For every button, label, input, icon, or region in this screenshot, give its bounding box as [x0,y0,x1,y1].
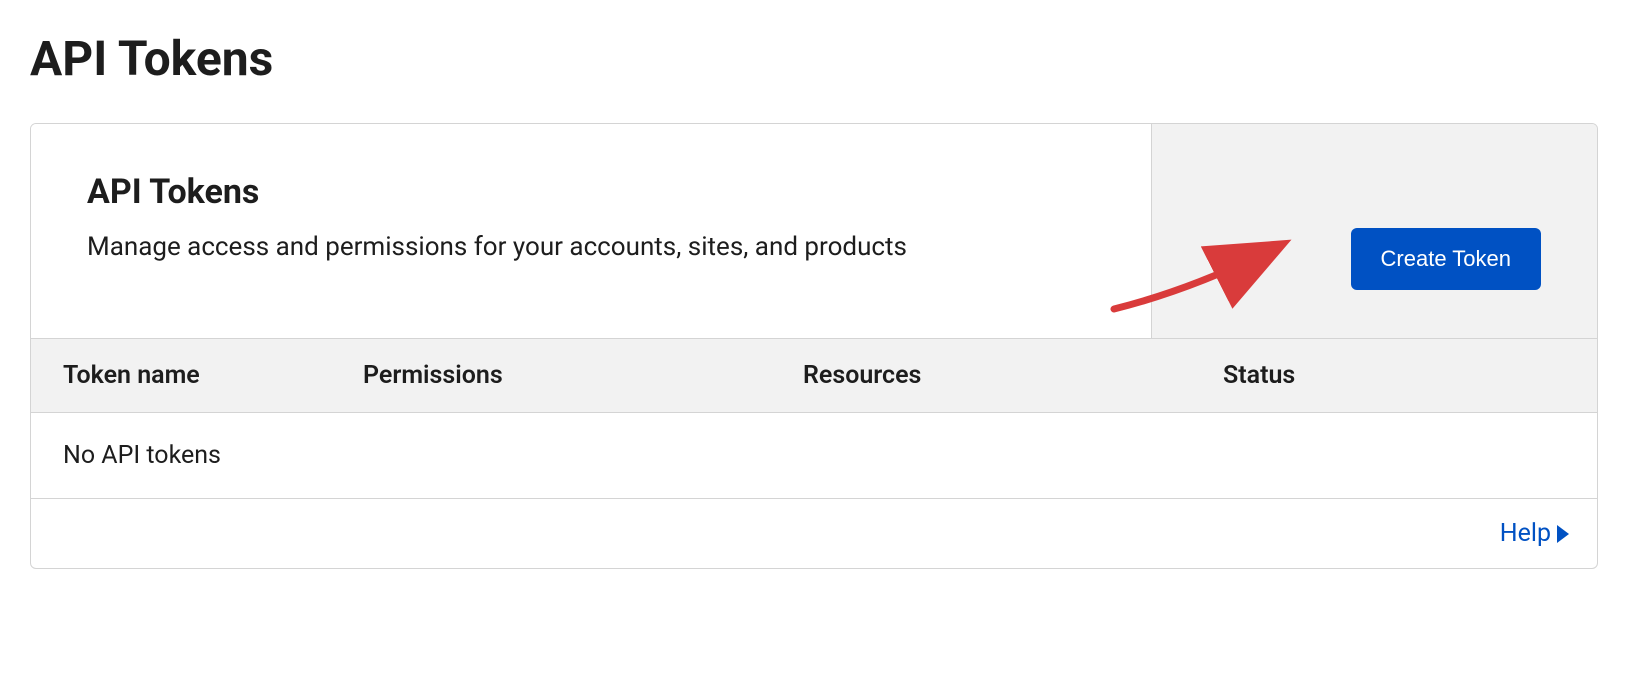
column-token-name: Token name [63,361,363,390]
column-permissions: Permissions [363,361,803,390]
caret-right-icon [1557,525,1569,543]
api-tokens-panel: API Tokens Manage access and permissions… [30,123,1598,569]
create-token-button[interactable]: Create Token [1351,228,1541,290]
panel-header-info: API Tokens Manage access and permissions… [31,124,1152,338]
panel-description: Manage access and permissions for your a… [87,228,1095,267]
table-header-row: Token name Permissions Resources Status [31,339,1597,413]
column-resources: Resources [803,361,1223,390]
help-link[interactable]: Help [1500,519,1569,548]
panel-header: API Tokens Manage access and permissions… [31,124,1597,339]
help-label: Help [1500,519,1551,548]
column-status: Status [1223,361,1565,390]
panel-header-actions: Create Token [1152,124,1597,338]
empty-state-row: No API tokens [31,413,1597,499]
panel-subtitle: API Tokens [87,172,1095,212]
page-title: API Tokens [30,30,1598,87]
panel-footer: Help [31,499,1597,568]
